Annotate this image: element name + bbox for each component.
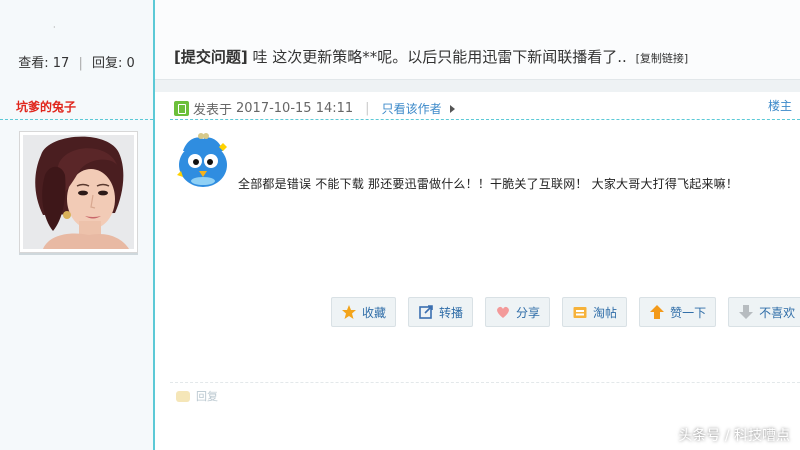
reply-bubble-icon	[176, 390, 190, 402]
floor-label[interactable]: 楼主	[768, 97, 792, 114]
views-count: 17	[52, 56, 70, 71]
header-separator-band	[155, 80, 800, 92]
bird-emoticon-icon	[177, 133, 227, 187]
favorite-button[interactable]: 收藏	[331, 297, 397, 327]
reply-divider	[170, 382, 800, 383]
replies-count: 0	[126, 56, 135, 71]
share-out-icon	[419, 305, 433, 319]
thread-title-row: [提交问题] 哇 这次更新策略**呢。以后只能用迅雷下新闻联播看了.. [复制链…	[174, 46, 688, 67]
star-icon	[342, 305, 356, 319]
repost-label: 转播	[439, 305, 464, 320]
thread-stats: 查看: 17 | 回复: 0	[0, 52, 153, 71]
post-divider	[170, 119, 800, 120]
meta-separator: |	[365, 101, 370, 116]
favorite-label: 收藏	[362, 305, 387, 320]
share-button[interactable]: 分享	[485, 297, 551, 327]
arrow-up-icon	[650, 305, 665, 319]
repost-button[interactable]: 转播	[408, 297, 474, 327]
post-actions: 收藏 转播 分享 淘帖 赞一下 不喜欢	[331, 297, 800, 327]
heart-icon	[497, 306, 509, 318]
author-name-link[interactable]: 坑爹的兔子	[16, 98, 76, 115]
copy-link-button[interactable]: [复制链接]	[636, 52, 689, 65]
arrow-down-icon	[739, 305, 754, 319]
thread-category-link[interactable]: [提交问题]	[174, 48, 248, 66]
posted-prefix: 发表于	[193, 103, 233, 118]
views-label: 查看:	[18, 56, 49, 71]
like-label: 赞一下	[670, 305, 707, 320]
dislike-label: 不喜欢	[759, 305, 796, 320]
posted-time: 2017-10-15 14:11	[236, 101, 354, 116]
post-content: 全部都是错误 不能下载 那还要迅雷做什么！！干脆关了互联网！ 大家大哥大打得飞起…	[238, 177, 739, 191]
post-pen-icon	[174, 101, 189, 116]
collect-button[interactable]: 淘帖	[562, 297, 628, 327]
reply-label: 回复	[196, 390, 218, 403]
tray-icon	[573, 307, 587, 318]
reply-button[interactable]: 回复	[176, 388, 218, 404]
thread-title: 哇 这次更新策略**呢。以后只能用迅雷下新闻联播看了..	[252, 48, 627, 66]
share-label: 分享	[516, 305, 541, 320]
avatar[interactable]	[19, 131, 138, 253]
forum-post-page: · 查看: 17 | 回复: 0 坑爹的兔子 [提交问题] 哇 这次更新策略**…	[0, 0, 800, 450]
sidebar-divider	[0, 119, 153, 120]
avatar-photo	[23, 135, 134, 249]
like-button[interactable]: 赞一下	[639, 297, 717, 327]
replies-label: 回复:	[91, 56, 123, 71]
only-author-link[interactable]: 只看该作者	[382, 100, 442, 117]
dislike-button[interactable]: 不喜欢	[728, 297, 800, 327]
play-triangle-icon[interactable]	[449, 104, 455, 113]
stats-separator: |	[78, 56, 83, 71]
thread-header	[155, 0, 800, 80]
collect-label: 淘帖	[593, 305, 618, 320]
avatar-portrait-image	[23, 135, 134, 249]
watermark: 头条号 / 科技嘈点	[678, 428, 790, 444]
top-mark: ·	[53, 23, 56, 32]
post-meta: 发表于 2017-10-15 14:11 | 只看该作者	[174, 99, 455, 118]
